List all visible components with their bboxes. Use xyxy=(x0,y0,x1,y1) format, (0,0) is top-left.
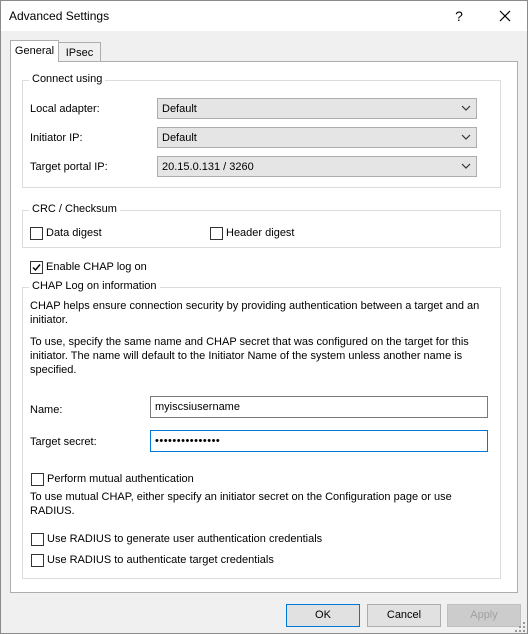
target-secret-value: ••••••••••••••• xyxy=(155,435,221,447)
mutual-auth-description: To use mutual CHAP, either specify an in… xyxy=(30,491,452,517)
title-bar: Advanced Settings ? xyxy=(1,1,527,31)
local-adapter-dropdown[interactable]: Default xyxy=(157,98,477,119)
chap-usage-description: To use, specify the same name and CHAP s… xyxy=(30,336,469,376)
target-secret-label: Target secret: xyxy=(30,436,97,448)
chap-description: CHAP helps ensure connection security by… xyxy=(30,300,480,326)
target-portal-ip-value: 20.15.0.131 / 3260 xyxy=(162,161,254,173)
help-button[interactable]: ? xyxy=(439,1,479,31)
initiator-ip-dropdown[interactable]: Default xyxy=(157,127,477,148)
chap-logon-group: CHAP Log on information CHAP helps ensur… xyxy=(22,280,501,579)
crc-checksum-title: CRC / Checksum xyxy=(29,203,120,215)
initiator-ip-value: Default xyxy=(162,132,197,144)
radius-target-label: Use RADIUS to authenticate target creden… xyxy=(47,554,274,566)
target-portal-ip-dropdown[interactable]: 20.15.0.131 / 3260 xyxy=(157,156,477,177)
name-input-value: myiscsiusername xyxy=(155,401,240,413)
crc-checksum-group: CRC / Checksum Data digest Header digest xyxy=(22,203,501,248)
advanced-settings-dialog: Advanced Settings ? General IPsec Connec… xyxy=(0,0,528,634)
connect-using-title: Connect using xyxy=(29,73,106,85)
header-digest-label: Header digest xyxy=(226,227,295,239)
radius-generate-checkbox[interactable] xyxy=(31,533,44,546)
enable-chap-label: Enable CHAP log on xyxy=(46,261,147,273)
local-adapter-value: Default xyxy=(162,103,197,115)
mutual-auth-checkbox[interactable] xyxy=(31,473,44,486)
ok-button[interactable]: OK xyxy=(286,604,360,627)
tab-ipsec[interactable]: IPsec xyxy=(59,42,101,62)
chevron-down-icon xyxy=(461,163,471,169)
data-digest-checkbox[interactable] xyxy=(30,227,43,240)
checkmark-icon xyxy=(32,264,41,272)
enable-chap-checkbox[interactable] xyxy=(30,261,43,274)
connect-using-group: Connect using Local adapter: Default Ini… xyxy=(22,73,501,188)
chevron-down-icon xyxy=(461,105,471,111)
chap-logon-title: CHAP Log on information xyxy=(29,280,160,292)
mutual-auth-label: Perform mutual authentication xyxy=(47,473,194,485)
target-portal-ip-label: Target portal IP: xyxy=(30,161,108,173)
radius-generate-label: Use RADIUS to generate user authenticati… xyxy=(47,533,323,545)
name-input[interactable]: myiscsiusername xyxy=(150,396,488,418)
data-digest-label: Data digest xyxy=(46,227,102,239)
cancel-button[interactable]: Cancel xyxy=(367,604,441,627)
name-label: Name: xyxy=(30,404,63,416)
general-tab-panel: Connect using Local adapter: Default Ini… xyxy=(10,61,518,593)
chevron-down-icon xyxy=(461,134,471,140)
resize-grip-icon[interactable] xyxy=(514,621,526,633)
initiator-ip-label: Initiator IP: xyxy=(30,132,83,144)
header-digest-checkbox[interactable] xyxy=(210,227,223,240)
local-adapter-label: Local adapter: xyxy=(30,103,100,115)
radius-target-checkbox[interactable] xyxy=(31,554,44,567)
apply-button[interactable]: Apply xyxy=(447,604,521,627)
target-secret-input[interactable]: ••••••••••••••• xyxy=(150,430,488,452)
close-icon xyxy=(499,10,511,22)
tab-general[interactable]: General xyxy=(10,40,59,62)
window-title: Advanced Settings xyxy=(9,9,110,23)
close-button[interactable] xyxy=(485,1,525,31)
